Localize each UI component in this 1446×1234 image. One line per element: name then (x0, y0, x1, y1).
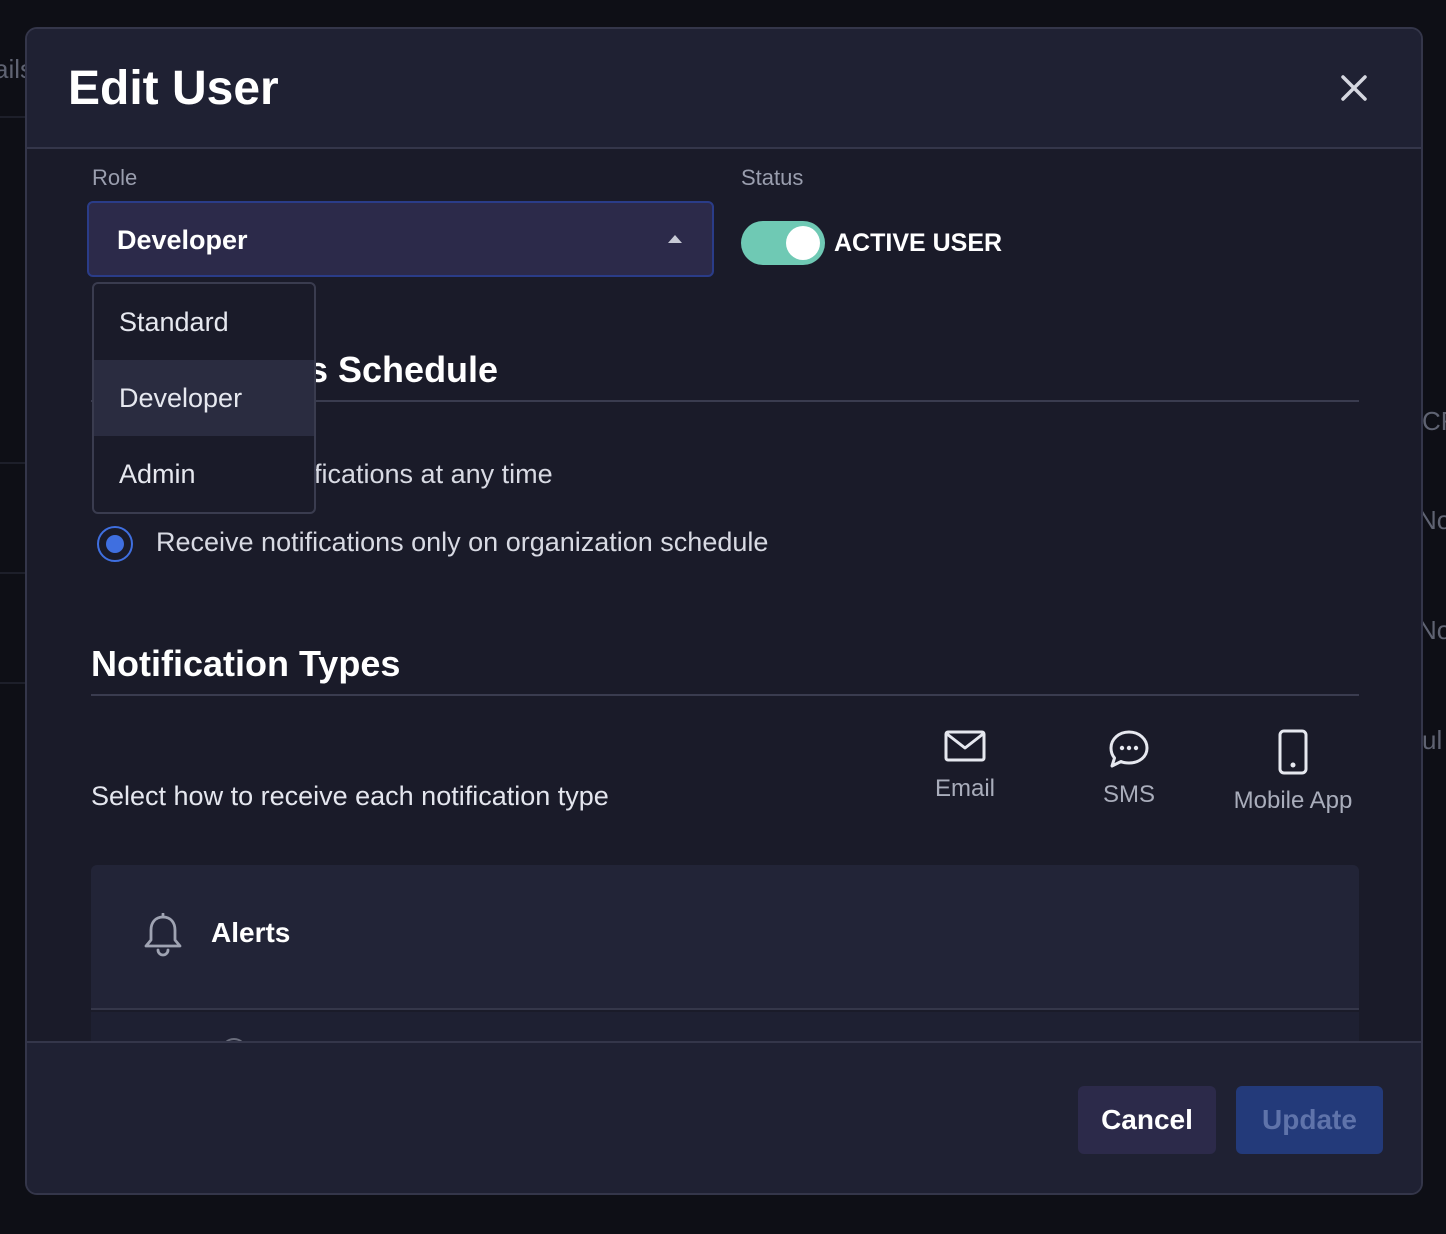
notification-types-title: Notification Types (91, 643, 401, 684)
chat-bubble-icon (1109, 730, 1149, 768)
notification-types-divider (91, 694, 1359, 696)
status-label: Status (741, 165, 804, 190)
background-divider (0, 682, 25, 684)
notification-types-helper: Select how to receive each notification … (91, 781, 609, 811)
background-text-fragment: CR (1422, 406, 1446, 436)
update-button[interactable]: Update (1236, 1086, 1383, 1154)
role-dropdown-menu: Standard Developer Admin (92, 282, 316, 514)
radio-label-org-schedule: Receive notifications only on organizati… (156, 527, 769, 557)
active-user-toggle[interactable] (741, 221, 825, 265)
mail-icon (944, 730, 986, 762)
channel-email-label: Email (934, 775, 995, 802)
modal-header: Edit User (27, 29, 1421, 149)
background-divider (0, 116, 25, 118)
modal-footer: Cancel Update (27, 1041, 1421, 1193)
notification-type-name: Alerts (211, 917, 291, 948)
phone-icon (1278, 729, 1308, 775)
channel-email: Email (885, 729, 1045, 803)
role-option-standard[interactable]: Standard (94, 284, 314, 360)
channel-sms-label: SMS (1102, 781, 1155, 808)
notification-type-row: Alerts (91, 865, 1359, 1010)
role-select[interactable]: Developer (87, 201, 714, 277)
role-label: Role (92, 165, 138, 190)
role-option-developer[interactable]: Developer (94, 360, 314, 436)
role-select-value: Developer (117, 225, 248, 255)
radio-org-schedule[interactable] (97, 526, 133, 562)
radio-label-any-time: fications at any time (314, 459, 553, 489)
close-icon (1341, 75, 1367, 101)
close-button[interactable] (1337, 71, 1371, 105)
bell-icon (144, 913, 182, 957)
background-text-fragment: ul (1422, 725, 1443, 755)
channel-mobile-app-label: Mobile App (1233, 787, 1353, 814)
edit-user-modal: Edit User Role Developer Status ACTIVE U… (25, 27, 1423, 1195)
role-option-admin[interactable]: Admin (94, 436, 314, 512)
caret-up-icon (668, 235, 682, 243)
schedule-section-title: s Schedule (308, 349, 499, 390)
channel-sms: SMS (1049, 729, 1209, 809)
toggle-knob (786, 226, 820, 260)
background-divider (0, 462, 25, 464)
cancel-button[interactable]: Cancel (1078, 1086, 1216, 1154)
modal-title: Edit User (68, 62, 279, 115)
background-divider (0, 572, 25, 574)
radio-selected-dot (106, 535, 124, 553)
channel-mobile-app: Mobile App (1213, 729, 1373, 815)
toggle-label: ACTIVE USER (834, 229, 1003, 257)
